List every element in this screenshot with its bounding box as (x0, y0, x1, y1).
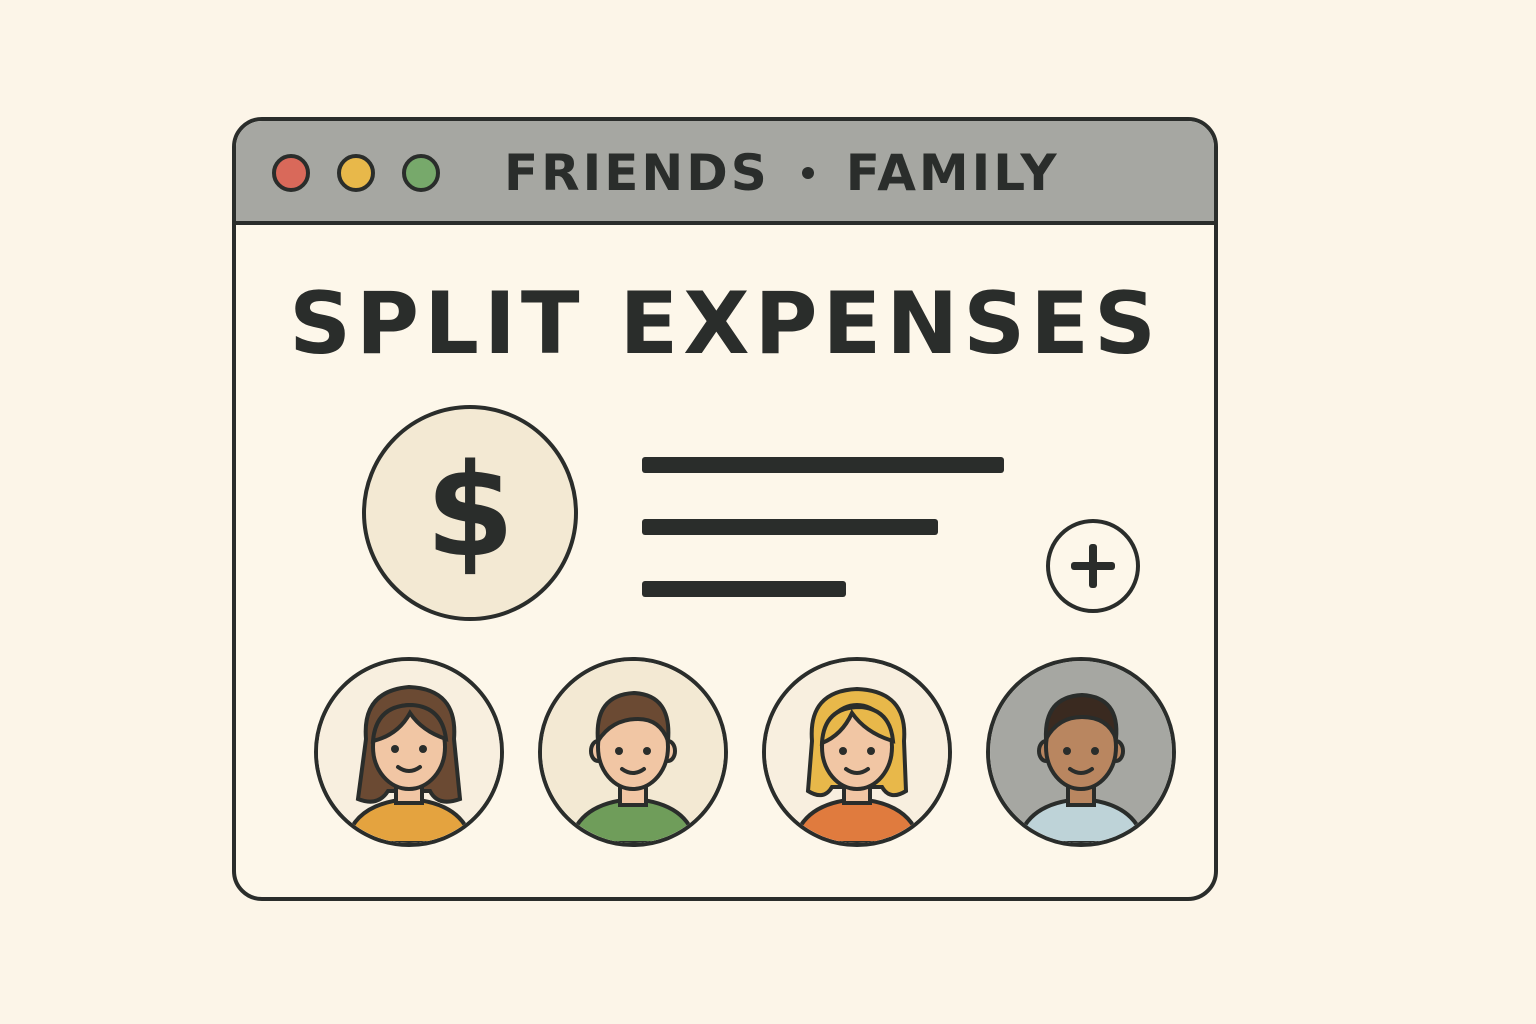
tab-family[interactable]: FAMILY (846, 144, 1060, 202)
woman-brown-hair-icon (318, 661, 500, 843)
tab-row: FRIENDS FAMILY (504, 143, 1060, 203)
man-brown-hair-icon (542, 661, 724, 843)
man-dark-hair-icon (990, 661, 1172, 843)
member-avatar-4[interactable] (986, 657, 1176, 847)
member-avatar-1[interactable] (314, 657, 504, 847)
title-bar: FRIENDS FAMILY (236, 121, 1214, 225)
placeholder-line (642, 457, 1004, 473)
tab-friends[interactable]: FRIENDS (504, 144, 770, 202)
member-avatar-3[interactable] (762, 657, 952, 847)
placeholder-line (642, 519, 938, 535)
woman-blonde-hair-icon (766, 661, 948, 843)
dollar-icon: $ (362, 405, 578, 621)
close-button[interactable] (272, 154, 310, 192)
placeholder-line (642, 581, 846, 597)
tab-separator (801, 167, 814, 179)
dollar-symbol: $ (425, 437, 514, 586)
page-title: SPLIT EXPENSES (289, 274, 1161, 374)
member-avatar-2[interactable] (538, 657, 728, 847)
minimize-button[interactable] (337, 154, 375, 192)
app-window: FRIENDS FAMILY SPLIT EXPENSES $ (232, 117, 1218, 901)
maximize-button[interactable] (402, 154, 440, 192)
add-expense-button[interactable] (1046, 519, 1140, 613)
